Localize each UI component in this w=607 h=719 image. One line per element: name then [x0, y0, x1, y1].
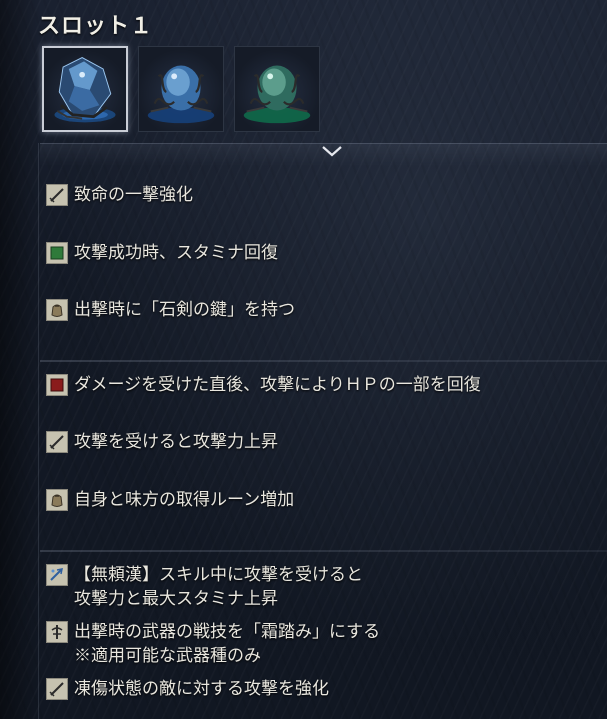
- effect-item: ダメージを受けた直後、攻撃によりＨＰの一部を回復: [46, 373, 481, 397]
- pouch-icon: [46, 489, 68, 511]
- effect-text: 自身と味方の取得ルーン増加: [74, 490, 295, 510]
- effect-text: ダメージを受けた直後、攻撃によりＨＰの一部を回復: [74, 375, 481, 395]
- effect-line: 攻撃力と最大スタミナ上昇: [74, 589, 278, 609]
- effect-text: 致命の一撃強化: [74, 185, 193, 205]
- slot-title: スロット１: [38, 13, 154, 39]
- pouch-icon: [46, 299, 68, 321]
- effect-text: 凍傷状態の敵に対する攻撃を強化: [74, 679, 329, 699]
- crystal-relic-icon: [54, 56, 116, 123]
- effect-text: 出撃時に「石剣の鍵」を持つ: [74, 300, 295, 320]
- effect-text: 【無頼漢】スキル中に攻撃を受けると 攻撃力と最大スタミナ上昇: [74, 563, 363, 611]
- left-shadow: [0, 0, 40, 719]
- effect-item: 出撃時に「石剣の鍵」を持つ: [46, 298, 295, 322]
- chevron-down-icon[interactable]: [320, 144, 344, 158]
- effect-item: 攻撃を受けると攻撃力上昇: [46, 430, 278, 454]
- effect-item: 凍傷状態の敵に対する攻撃を強化: [46, 677, 329, 701]
- blue-orb-relic-icon: [147, 65, 215, 124]
- relic-slot-green-orb[interactable]: [234, 46, 320, 132]
- effect-text: 出撃時の武器の戦技を「霜踏み」にする ※適用可能な武器種のみ: [74, 620, 380, 668]
- sword-icon: [46, 184, 68, 206]
- effect-line: 出撃時の武器の戦技を「霜踏み」にする: [74, 622, 381, 642]
- effect-item: 致命の一撃強化: [46, 183, 193, 207]
- effect-item: 出撃時の武器の戦技を「霜踏み」にする ※適用可能な武器種のみ: [46, 620, 380, 668]
- relic-slot-crystal[interactable]: [42, 46, 128, 132]
- sword-icon: [46, 678, 68, 700]
- green-orb-relic-icon: [243, 65, 311, 124]
- effect-item: 攻撃成功時、スタミナ回復: [46, 241, 278, 265]
- sword-icon: [46, 431, 68, 453]
- art-icon: [46, 621, 68, 643]
- green-square-icon: [46, 242, 68, 264]
- skill-icon: [46, 564, 68, 586]
- effect-text: 攻撃を受けると攻撃力上昇: [74, 432, 278, 452]
- effect-item: 自身と味方の取得ルーン増加: [46, 488, 294, 512]
- relic-slot-blue-orb[interactable]: [138, 46, 224, 132]
- divider: [40, 550, 607, 552]
- effect-line: ※適用可能な武器種のみ: [74, 646, 261, 666]
- red-square-icon: [46, 374, 68, 396]
- effect-item: 【無頼漢】スキル中に攻撃を受けると 攻撃力と最大スタミナ上昇: [46, 563, 363, 611]
- relic-row: [42, 46, 320, 132]
- panel-left-frame: [38, 143, 39, 719]
- effect-text: 攻撃成功時、スタミナ回復: [74, 243, 278, 263]
- relic-slot-panel: スロット１ 致命の一撃強化 攻撃成功時、スタミナ回復 出撃時に「石剣の鍵」を持つ…: [0, 0, 607, 719]
- effect-line: 【無頼漢】スキル中に攻撃を受けると: [74, 565, 363, 585]
- divider: [40, 360, 607, 362]
